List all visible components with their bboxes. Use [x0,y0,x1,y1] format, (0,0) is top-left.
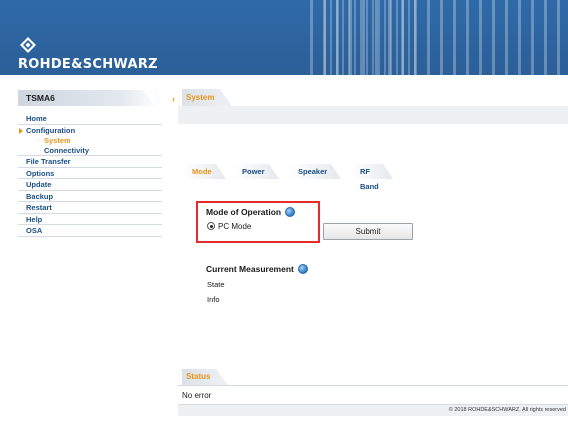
expanded-arrow-icon [19,127,23,134]
status-text: No error [182,391,212,400]
sidebar-item-home[interactable]: Home [18,113,162,125]
sidebar-device-title: TSMA6 [18,90,162,106]
sidebar-item-options[interactable]: Options [18,168,162,179]
page-title-tab: System [182,89,233,106]
status-bar [178,385,568,405]
sidebar: TSMA6 Home Configuration System Connecti… [18,90,162,237]
pc-mode-radio-row[interactable]: PC Mode [207,222,251,231]
sidebar-item-system[interactable]: System [18,136,162,146]
current-measurement-heading-text: Current Measurement [206,264,294,274]
sidebar-item-update[interactable]: Update [18,179,162,191]
pc-mode-label: PC Mode [218,222,252,231]
sidebar-item-label: Configuration [26,125,76,135]
footer: © 2018 ROHDE&SCHWARZ. All rights reserve… [178,405,568,416]
collapse-sidebar-chevron-icon[interactable]: ‹ [172,94,175,104]
tab-rf-band[interactable]: RF Band [352,164,393,191]
sidebar-nav: Home Configuration System Connectivity F… [18,113,162,237]
sidebar-item-file-transfer[interactable]: File Transfer [18,156,162,168]
radio-selected-icon[interactable] [207,222,215,230]
current-measurement-heading: Current Measurement [206,264,308,274]
mode-of-operation-heading-text: Mode of Operation [206,207,282,217]
info-icon[interactable] [297,264,308,274]
sidebar-item-help[interactable]: Help [18,214,162,225]
info-icon[interactable] [285,207,296,217]
header-decoration-fine [320,0,420,75]
sidebar-item-osa[interactable]: OSA [18,225,162,237]
sidebar-item-connectivity[interactable]: Connectivity [18,146,162,156]
rohde-schwarz-logo-icon [20,37,36,53]
sidebar-item-backup[interactable]: Backup [18,191,162,202]
submit-button[interactable]: Submit [323,223,413,240]
info-label: Info [207,295,220,304]
tab-mode[interactable]: Mode [184,164,226,179]
state-label: State [207,280,225,289]
sidebar-item-configuration[interactable]: Configuration [18,125,162,137]
copyright-text: © 2018 ROHDE&SCHWARZ. All rights reserve… [448,407,566,413]
status-tab: Status [182,369,229,385]
tab-power[interactable]: Power [234,164,279,179]
mode-of-operation-heading: Mode of Operation [206,207,296,217]
app-header: ROHDE&SCHWARZ [0,0,568,75]
content-header-bar [178,106,568,124]
tab-speaker[interactable]: Speaker [290,164,342,179]
brand-logo-text: ROHDE&SCHWARZ [18,57,158,72]
sidebar-item-restart[interactable]: Restart [18,202,162,214]
